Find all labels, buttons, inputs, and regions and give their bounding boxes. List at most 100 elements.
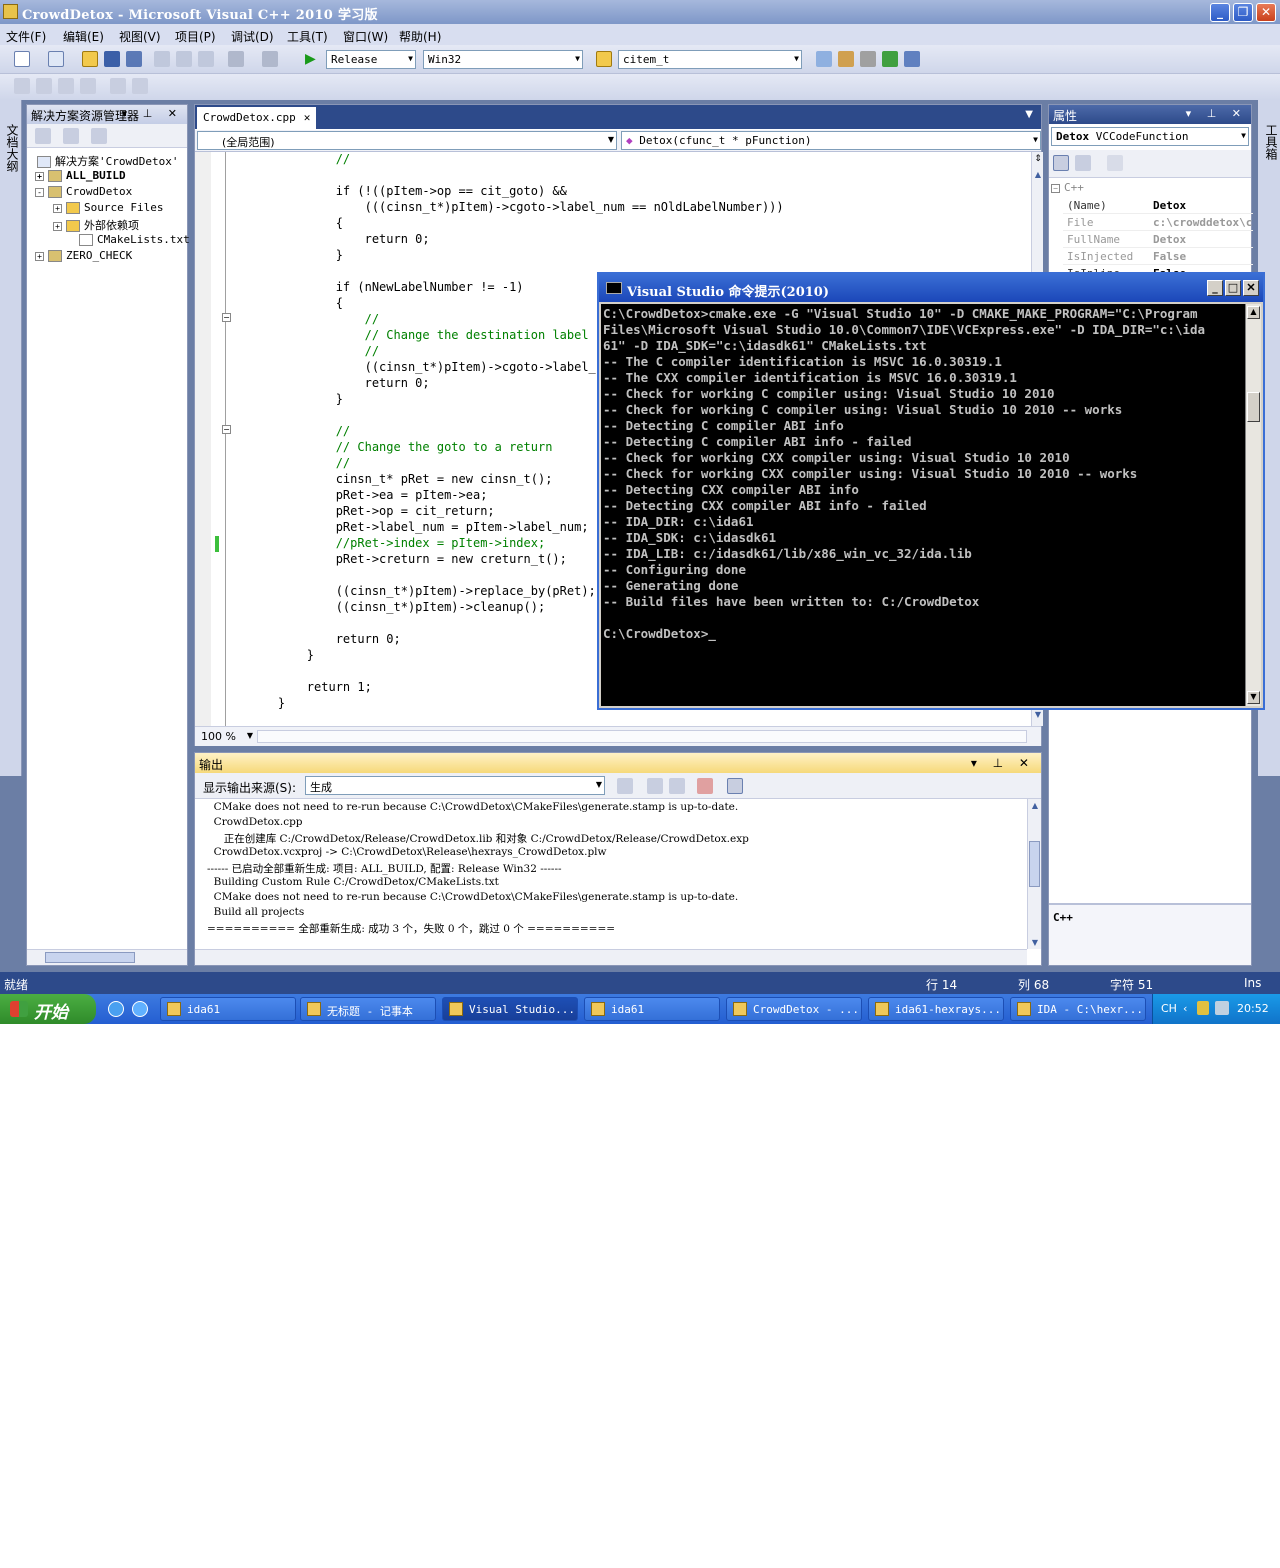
scroll-up-icon[interactable]: ▲: [1247, 306, 1260, 319]
menu-view[interactable]: 视图(V): [119, 28, 161, 45]
horizontal-scrollbar[interactable]: [27, 949, 187, 965]
function-select[interactable]: ◆ Detox(cfunc_t * pFunction) ▼: [621, 131, 1041, 150]
open-file-icon[interactable]: [82, 51, 98, 67]
property-row[interactable]: File c:\crowddetox\c: [1063, 214, 1253, 231]
save-icon[interactable]: [104, 51, 120, 67]
tab-crowddetox-cpp[interactable]: CrowdDetox.cpp ✕: [197, 107, 317, 129]
menu-tools[interactable]: 工具(T): [287, 28, 328, 45]
menu-window[interactable]: 窗口(W): [343, 28, 388, 45]
solution-explorer-icon[interactable]: [816, 51, 832, 67]
collapse-icon[interactable]: −: [222, 313, 231, 322]
split-icon[interactable]: ⇕: [1032, 154, 1044, 168]
show-all-files-icon[interactable]: [63, 128, 79, 144]
start-debugging-icon[interactable]: ▶: [305, 51, 321, 67]
menu-project[interactable]: 项目(P): [175, 28, 216, 45]
quick-info-icon[interactable]: [58, 78, 74, 94]
minimize-button[interactable]: _: [1210, 3, 1230, 22]
refresh-icon[interactable]: [91, 128, 107, 144]
restore-button[interactable]: ❐: [1233, 3, 1253, 22]
collapse-icon[interactable]: -: [35, 187, 44, 197]
previous-message-icon[interactable]: [647, 778, 663, 794]
categorized-icon[interactable]: [1053, 155, 1069, 171]
scroll-down-icon[interactable]: ▼: [1032, 710, 1044, 724]
expand-icon[interactable]: +: [53, 221, 62, 231]
indent-icon[interactable]: [132, 78, 148, 94]
find-combo[interactable]: citem_t ▼: [618, 50, 802, 69]
network-icon[interactable]: [1215, 1001, 1229, 1015]
scope-select[interactable]: (全局范围) ▼: [197, 131, 617, 150]
panel-pin-close-icons[interactable]: ▾ ⊥ ✕: [122, 107, 183, 120]
expand-icon[interactable]: +: [35, 171, 44, 181]
property-row[interactable]: (Name) Detox: [1063, 197, 1253, 214]
tree-item-zero-check[interactable]: + ZERO_CHECK: [35, 249, 132, 262]
zoom-select[interactable]: 100 % ▼: [197, 728, 255, 745]
panel-pin-close-icons[interactable]: ▾ ⊥ ✕: [1186, 107, 1247, 120]
console-output[interactable]: C:\CrowdDetox>cmake.exe -G "Visual Studi…: [601, 304, 1245, 706]
collapse-icon[interactable]: −: [222, 425, 231, 434]
parameter-info-icon[interactable]: [36, 78, 52, 94]
new-project-icon[interactable]: [14, 51, 30, 67]
tree-item-cmakelists[interactable]: CMakeLists.txt: [79, 233, 190, 246]
taskbar-button[interactable]: ida61: [584, 997, 720, 1021]
collapse-icon[interactable]: −: [1051, 183, 1060, 193]
property-row[interactable]: IsInjected False: [1063, 248, 1253, 265]
complete-word-icon[interactable]: [80, 78, 96, 94]
scroll-up-icon[interactable]: ▲: [1028, 801, 1042, 810]
taskbar-button[interactable]: Visual Studio...: [442, 997, 578, 1021]
taskbar-button[interactable]: CrowdDetox - ...: [726, 997, 862, 1021]
menu-debug[interactable]: 调试(D): [231, 28, 274, 45]
chevron-down-icon[interactable]: ▼: [1025, 109, 1033, 120]
tree-item-crowddetox[interactable]: - CrowdDetox: [35, 185, 132, 198]
editor-horizontal-scrollbar[interactable]: [257, 730, 1027, 743]
output-vertical-scrollbar[interactable]: ▲ ▼: [1027, 799, 1041, 949]
save-all-icon[interactable]: [126, 51, 142, 67]
shield-icon[interactable]: [1197, 1001, 1209, 1015]
category-row[interactable]: − C++: [1051, 181, 1084, 194]
goto-location-icon[interactable]: [617, 778, 633, 794]
close-button[interactable]: ✕: [1256, 3, 1276, 22]
paste-icon[interactable]: [198, 51, 214, 67]
undo-icon[interactable]: [228, 51, 244, 67]
expand-icon[interactable]: +: [35, 251, 44, 261]
redo-icon[interactable]: [262, 51, 278, 67]
command-prompt-window[interactable]: Visual Studio 命令提示(2010) _ □ ✕ C:\CrowdD…: [597, 272, 1265, 710]
menu-edit[interactable]: 编辑(E): [63, 28, 104, 45]
scroll-down-icon[interactable]: ▼: [1247, 691, 1260, 704]
clear-all-icon[interactable]: [697, 778, 713, 794]
document-outline-tab[interactable]: 文档大纲: [0, 100, 22, 776]
property-row[interactable]: FullName Detox: [1063, 231, 1253, 248]
properties-icon[interactable]: [838, 51, 854, 67]
tree-item-all-build[interactable]: + ALL_BUILD: [35, 169, 126, 182]
menu-file[interactable]: 文件(F): [6, 28, 46, 45]
console-maximize-button[interactable]: □: [1225, 280, 1241, 296]
scroll-up-icon[interactable]: ▲: [1032, 170, 1044, 184]
language-indicator[interactable]: CH: [1161, 1002, 1177, 1015]
start-page-icon[interactable]: [882, 51, 898, 67]
sort-alphabetical-icon[interactable]: [1075, 155, 1091, 171]
platform-select[interactable]: Win32 ▼: [423, 50, 583, 69]
tools-icon[interactable]: [860, 51, 876, 67]
list-members-icon[interactable]: [14, 78, 30, 94]
next-message-icon[interactable]: [669, 778, 685, 794]
taskbar-button[interactable]: ida61: [160, 997, 296, 1021]
ie-quicklaunch-icon[interactable]: [108, 1001, 124, 1017]
menu-help[interactable]: 帮助(H): [399, 28, 441, 45]
cut-icon[interactable]: [154, 51, 170, 67]
chevron-left-icon[interactable]: ‹: [1183, 1002, 1187, 1015]
find-in-files-icon[interactable]: [596, 51, 612, 67]
class-view-icon[interactable]: [904, 51, 920, 67]
properties-icon[interactable]: [35, 128, 51, 144]
console-close-button[interactable]: ✕: [1243, 280, 1259, 296]
taskbar-button[interactable]: ida61-hexrays...: [868, 997, 1004, 1021]
close-icon[interactable]: ✕: [304, 111, 311, 124]
output-horizontal-scrollbar[interactable]: [195, 949, 1027, 965]
scroll-thumb[interactable]: [1247, 392, 1260, 422]
add-item-icon[interactable]: [48, 51, 64, 67]
expand-icon[interactable]: +: [53, 203, 62, 213]
start-button[interactable]: 开始: [0, 994, 96, 1024]
output-source-select[interactable]: 生成 ▼: [305, 776, 605, 795]
tree-item-external-deps[interactable]: + 外部依赖项: [53, 217, 139, 233]
taskbar-button[interactable]: IDA - C:\hexr...: [1010, 997, 1146, 1021]
taskbar-button[interactable]: 无标题 - 记事本: [300, 997, 436, 1021]
console-scrollbar[interactable]: ▲ ▼: [1245, 304, 1261, 706]
